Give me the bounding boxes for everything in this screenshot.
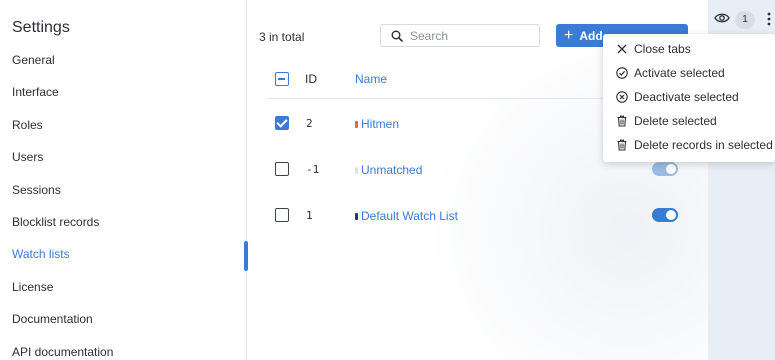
eye-icon[interactable] (714, 12, 730, 24)
row-checkbox[interactable] (275, 116, 289, 130)
sidebar-item-interface[interactable]: Interface (0, 76, 247, 108)
sidebar-item-users[interactable]: Users (0, 141, 247, 173)
menu-item-label: Activate selected (634, 66, 725, 80)
column-header-name[interactable]: Name (355, 72, 387, 86)
row-name-link[interactable]: Hitmen (355, 117, 399, 131)
color-marker (355, 212, 358, 220)
column-header-id[interactable]: ID (305, 72, 317, 86)
menu-item-delete-selected[interactable]: Delete selected (603, 109, 775, 133)
menu-item-label: Close tabs (634, 42, 691, 56)
sidebar-item-api-documentation[interactable]: API documentation (0, 336, 247, 360)
trash-icon (617, 115, 627, 127)
actions-menu: Close tabs Activate selected Deactivate … (603, 34, 775, 162)
search-icon (391, 30, 403, 42)
menu-item-label: Delete selected (634, 114, 717, 128)
sidebar-item-sessions[interactable]: Sessions (0, 174, 247, 206)
row-name-link[interactable]: Unmatched (355, 163, 422, 177)
plus-icon: + (564, 26, 574, 44)
row-checkbox[interactable] (275, 208, 289, 222)
menu-item-activate-selected[interactable]: Activate selected (603, 61, 775, 85)
sidebar: Settings General Interface Roles Users S… (0, 0, 248, 360)
enable-toggle[interactable] (652, 162, 678, 176)
x-circle-icon (616, 91, 628, 103)
menu-item-label: Deactivate selected (634, 90, 739, 104)
search-input[interactable] (410, 28, 530, 43)
select-all-checkbox[interactable] (275, 72, 289, 86)
sidebar-nav: General Interface Roles Users Sessions B… (0, 44, 248, 360)
row-id: -1 (306, 163, 320, 176)
total-count: 3 in total (259, 30, 305, 44)
row-name-link[interactable]: Default Watch List (355, 209, 458, 223)
menu-item-label: Delete records in selected (634, 138, 773, 152)
close-icon (617, 44, 627, 54)
trash-icon (617, 139, 627, 151)
row-name-label: Unmatched (361, 163, 423, 177)
row-id: 2 (306, 117, 313, 130)
sidebar-item-roles[interactable]: Roles (0, 109, 247, 141)
sidebar-item-license[interactable]: License (0, 271, 247, 303)
row-name-label: Default Watch List (361, 209, 458, 223)
add-button-label: Add (579, 28, 603, 43)
sidebar-item-documentation[interactable]: Documentation (0, 303, 247, 335)
menu-item-delete-records-in-selected[interactable]: Delete records in selected (603, 133, 775, 157)
row-checkbox[interactable] (275, 162, 289, 176)
sidebar-item-general[interactable]: General (0, 44, 247, 76)
sidebar-item-watch-lists[interactable]: Watch lists (0, 238, 248, 272)
sidebar-title: Settings (12, 19, 70, 36)
color-marker (355, 166, 358, 174)
check-circle-icon (616, 67, 628, 79)
search-box[interactable] (380, 24, 540, 47)
count-badge[interactable]: 1 (735, 11, 755, 29)
enable-toggle[interactable] (652, 208, 678, 222)
menu-item-close-tabs[interactable]: Close tabs (603, 37, 775, 61)
sidebar-item-blocklist-records[interactable]: Blocklist records (0, 206, 247, 238)
color-marker (355, 120, 358, 128)
menu-item-deactivate-selected[interactable]: Deactivate selected (603, 85, 775, 109)
kebab-icon[interactable] (767, 12, 771, 26)
row-id: 1 (306, 209, 313, 222)
row-name-label: Hitmen (361, 117, 400, 131)
